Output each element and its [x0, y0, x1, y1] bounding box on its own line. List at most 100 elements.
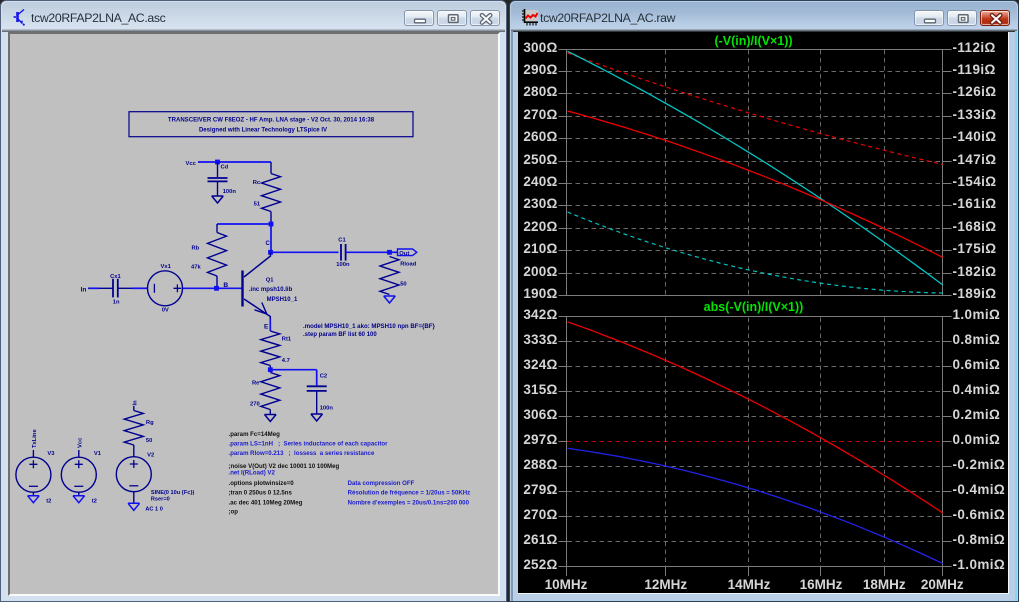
svg-text:18MHz: 18MHz	[863, 577, 906, 592]
svg-text:Vcc: Vcc	[77, 437, 83, 448]
svg-text:261Ω: 261Ω	[523, 532, 557, 547]
svg-text:Résolution de fréquence = 1/20: Résolution de fréquence = 1/20us = 50KHz	[348, 490, 471, 497]
svg-text:1.0miΩ: 1.0miΩ	[953, 307, 1001, 322]
svg-text:-0.2miΩ: -0.2miΩ	[953, 457, 1006, 472]
svg-text:-0.8miΩ: -0.8miΩ	[953, 532, 1006, 547]
svg-text:;tran 0 250us 0 12.5ns: ;tran 0 250us 0 12.5ns	[229, 490, 293, 497]
svg-text:-182iΩ: -182iΩ	[953, 264, 997, 279]
svg-text:-154iΩ: -154iΩ	[953, 174, 997, 189]
svg-text:.model MPSH10_1 ako: MPSH10 np: .model MPSH10_1 ako: MPSH10 npn BF={BF}	[303, 323, 436, 330]
svg-text:270Ω: 270Ω	[523, 107, 557, 122]
svg-text:100n: 100n	[336, 262, 350, 268]
svg-text:50: 50	[400, 282, 406, 288]
svg-text:47k: 47k	[191, 265, 201, 271]
svg-text:342Ω: 342Ω	[523, 307, 557, 322]
svg-text:0.0miΩ: 0.0miΩ	[953, 432, 1001, 447]
svg-text:220Ω: 220Ω	[523, 219, 557, 234]
svg-text:-168iΩ: -168iΩ	[953, 219, 997, 234]
svg-text:C1: C1	[338, 238, 346, 244]
svg-text:V1: V1	[94, 451, 102, 457]
svg-text:Vx1: Vx1	[161, 264, 172, 270]
svg-text:14MHz: 14MHz	[728, 577, 771, 592]
svg-text:Rser=0: Rser=0	[151, 496, 170, 502]
svg-text:.inc mpsh10.lib: .inc mpsh10.lib	[249, 287, 293, 293]
svg-text:290Ω: 290Ω	[523, 62, 557, 77]
svg-text:315Ω: 315Ω	[523, 382, 557, 397]
svg-text:100n: 100n	[320, 406, 334, 412]
svg-text:In: In	[81, 287, 87, 294]
svg-text:.step param BF list 60 100: .step param BF list 60 100	[303, 332, 377, 338]
svg-text:Out: Out	[399, 251, 409, 257]
svg-text:279Ω: 279Ω	[523, 482, 557, 497]
svg-text:270: 270	[250, 402, 260, 408]
svg-text:Nombre d'exemples = 20us/0.1ns: Nombre d'exemples = 20us/0.1ns=200 000	[348, 500, 470, 507]
svg-text:288Ω: 288Ω	[523, 457, 557, 472]
svg-text:0.8miΩ: 0.8miΩ	[953, 332, 1001, 347]
svg-text:230Ω: 230Ω	[523, 196, 557, 211]
svg-text:Q1: Q1	[266, 278, 275, 284]
svg-text:V2: V2	[147, 453, 154, 459]
svg-text:0.6miΩ: 0.6miΩ	[953, 357, 1001, 372]
svg-text:-161iΩ: -161iΩ	[953, 196, 997, 211]
svg-text:TRANSCEIVER CW F8EOZ - HF Amp.: TRANSCEIVER CW F8EOZ - HF Amp. LNA stage…	[168, 117, 375, 123]
svg-text:100n: 100n	[223, 189, 237, 195]
svg-text:C2: C2	[320, 374, 327, 380]
svg-text:-0.6miΩ: -0.6miΩ	[953, 507, 1006, 522]
svg-text:10MHz: 10MHz	[545, 577, 588, 592]
svg-text:Rload: Rload	[400, 262, 417, 268]
svg-text:.param Fc=14Meg: .param Fc=14Meg	[229, 431, 281, 438]
svg-text:t2: t2	[92, 499, 97, 505]
svg-text:V3: V3	[47, 451, 55, 457]
svg-text:.ac dec 401 10Meg 20Meg: .ac dec 401 10Meg 20Meg	[229, 500, 303, 507]
svg-text:C: C	[266, 241, 271, 247]
svg-text:In: In	[132, 400, 138, 406]
svg-text:Re: Re	[252, 381, 260, 387]
svg-text:-189iΩ: -189iΩ	[953, 286, 997, 301]
svg-text:12MHz: 12MHz	[644, 577, 687, 592]
svg-text:-0.4miΩ: -0.4miΩ	[953, 482, 1006, 497]
svg-text:190Ω: 190Ω	[523, 286, 557, 301]
svg-text:-119iΩ: -119iΩ	[953, 62, 996, 77]
svg-text:252Ω: 252Ω	[523, 557, 557, 572]
svg-text:MPSH10_1: MPSH10_1	[267, 297, 298, 303]
svg-text:Rg: Rg	[146, 420, 154, 426]
svg-text:Vcc: Vcc	[186, 161, 197, 167]
svg-text:E: E	[264, 324, 269, 331]
svg-text:-140iΩ: -140iΩ	[953, 129, 997, 144]
svg-text:-126iΩ: -126iΩ	[953, 84, 997, 99]
svg-text:.net I(RLoad) V2: .net I(RLoad) V2	[229, 470, 276, 477]
svg-text:20MHz: 20MHz	[921, 577, 964, 592]
svg-text:333Ω: 333Ω	[523, 332, 557, 347]
svg-text:250Ω: 250Ω	[523, 152, 557, 167]
svg-text:1n: 1n	[113, 300, 120, 306]
svg-text:-147iΩ: -147iΩ	[953, 152, 997, 167]
svg-text:0.4miΩ: 0.4miΩ	[953, 382, 1001, 397]
svg-text:Rb: Rb	[192, 246, 200, 252]
svg-text:-175iΩ: -175iΩ	[953, 241, 997, 256]
svg-text:Rc: Rc	[253, 180, 261, 186]
svg-text:TxLine: TxLine	[32, 429, 38, 448]
svg-text:-133iΩ: -133iΩ	[953, 107, 997, 122]
svg-text:Cd: Cd	[221, 165, 229, 171]
svg-text:SINE(0 10u {Fc}): SINE(0 10u {Fc})	[151, 490, 195, 496]
svg-text:306Ω: 306Ω	[523, 407, 557, 422]
svg-text:4.7: 4.7	[282, 358, 290, 364]
svg-text:Rt1: Rt1	[282, 337, 292, 343]
svg-text:200Ω: 200Ω	[523, 264, 557, 279]
svg-text:324Ω: 324Ω	[523, 357, 557, 372]
svg-text:270Ω: 270Ω	[523, 507, 557, 522]
svg-text:300Ω: 300Ω	[523, 40, 557, 55]
svg-text:-1.0miΩ: -1.0miΩ	[953, 557, 1006, 572]
svg-text:280Ω: 280Ω	[523, 84, 557, 99]
svg-text:240Ω: 240Ω	[523, 174, 557, 189]
svg-text:260Ω: 260Ω	[523, 129, 557, 144]
svg-text:.options plotwinsize=0: .options plotwinsize=0	[229, 480, 295, 487]
svg-text:;op: ;op	[229, 508, 239, 515]
svg-text:.param LS=1nH ; Series indu: .param LS=1nH ; Series inductance of eac…	[229, 441, 389, 448]
svg-text:Designed with Linear Technolog: Designed with Linear Technology LTSpice …	[199, 128, 327, 134]
svg-text:210Ω: 210Ω	[523, 241, 557, 256]
svg-text:16MHz: 16MHz	[800, 577, 843, 592]
svg-text:abs(-V(in)/I(V×1)): abs(-V(in)/I(V×1))	[704, 300, 804, 314]
svg-text:t2: t2	[46, 499, 51, 505]
svg-text:0.2miΩ: 0.2miΩ	[953, 407, 1001, 422]
